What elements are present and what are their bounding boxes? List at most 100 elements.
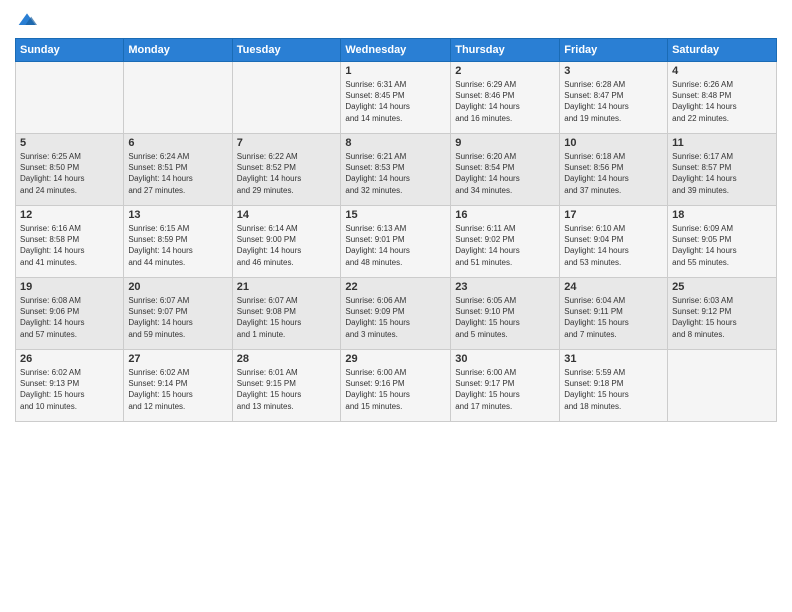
calendar-cell: 1 Sunrise: 6:31 AM Sunset: 8:45 PM Daylig…: [341, 62, 451, 134]
day-info: Sunrise: 6:06 AM Sunset: 9:09 PM Dayligh…: [345, 295, 446, 340]
day-info: Sunrise: 6:22 AM Sunset: 8:52 PM Dayligh…: [237, 151, 337, 196]
day-number: 1: [345, 65, 446, 77]
calendar-cell: 27 Sunrise: 6:02 AM Sunset: 9:14 PM Dayli…: [124, 350, 232, 422]
day-info: Sunrise: 6:00 AM Sunset: 9:16 PM Dayligh…: [345, 367, 446, 412]
day-number: 23: [455, 281, 555, 293]
calendar-week-row: 19 Sunrise: 6:08 AM Sunset: 9:06 PM Dayli…: [16, 278, 777, 350]
day-number: 22: [345, 281, 446, 293]
day-number: 31: [564, 353, 663, 365]
calendar-cell: 30 Sunrise: 6:00 AM Sunset: 9:17 PM Dayli…: [451, 350, 560, 422]
day-info: Sunrise: 6:29 AM Sunset: 8:46 PM Dayligh…: [455, 79, 555, 124]
calendar-cell: 9 Sunrise: 6:20 AM Sunset: 8:54 PM Daylig…: [451, 134, 560, 206]
day-number: 28: [237, 353, 337, 365]
day-number: 7: [237, 137, 337, 149]
day-number: 12: [20, 209, 119, 221]
calendar-cell: 19 Sunrise: 6:08 AM Sunset: 9:06 PM Dayli…: [16, 278, 124, 350]
day-info: Sunrise: 6:25 AM Sunset: 8:50 PM Dayligh…: [20, 151, 119, 196]
header: [15, 10, 777, 30]
calendar-cell: 5 Sunrise: 6:25 AM Sunset: 8:50 PM Daylig…: [16, 134, 124, 206]
day-number: 13: [128, 209, 227, 221]
calendar-cell: 17 Sunrise: 6:10 AM Sunset: 9:04 PM Dayli…: [560, 206, 668, 278]
day-info: Sunrise: 6:21 AM Sunset: 8:53 PM Dayligh…: [345, 151, 446, 196]
calendar-cell: [16, 62, 124, 134]
day-info: Sunrise: 6:17 AM Sunset: 8:57 PM Dayligh…: [672, 151, 772, 196]
day-number: 25: [672, 281, 772, 293]
weekday-header-saturday: Saturday: [668, 39, 777, 62]
day-info: Sunrise: 6:10 AM Sunset: 9:04 PM Dayligh…: [564, 223, 663, 268]
calendar-cell: 21Sunrise: 6:07 AM Sunset: 9:08 PM Dayli…: [232, 278, 341, 350]
page: SundayMondayTuesdayWednesdayThursdayFrid…: [0, 0, 792, 612]
weekday-header-monday: Monday: [124, 39, 232, 62]
calendar-week-row: 12 Sunrise: 6:16 AM Sunset: 8:58 PM Dayli…: [16, 206, 777, 278]
calendar-cell: 11Sunrise: 6:17 AM Sunset: 8:57 PM Dayli…: [668, 134, 777, 206]
calendar-cell: [124, 62, 232, 134]
calendar-cell: 13 Sunrise: 6:15 AM Sunset: 8:59 PM Dayli…: [124, 206, 232, 278]
logo: [15, 10, 37, 30]
day-number: 9: [455, 137, 555, 149]
calendar-cell: 14Sunrise: 6:14 AM Sunset: 9:00 PM Dayli…: [232, 206, 341, 278]
day-info: Sunrise: 6:02 AM Sunset: 9:14 PM Dayligh…: [128, 367, 227, 412]
calendar-cell: 4 Sunrise: 6:26 AM Sunset: 8:48 PM Daylig…: [668, 62, 777, 134]
day-info: Sunrise: 6:01 AM Sunset: 9:15 PM Dayligh…: [237, 367, 337, 412]
calendar-week-row: 26 Sunrise: 6:02 AM Sunset: 9:13 PM Dayli…: [16, 350, 777, 422]
weekday-header-row: SundayMondayTuesdayWednesdayThursdayFrid…: [16, 39, 777, 62]
calendar-cell: 25 Sunrise: 6:03 AM Sunset: 9:12 PM Dayli…: [668, 278, 777, 350]
day-number: 16: [455, 209, 555, 221]
day-number: 3: [564, 65, 663, 77]
day-info: Sunrise: 6:11 AM Sunset: 9:02 PM Dayligh…: [455, 223, 555, 268]
day-info: Sunrise: 6:28 AM Sunset: 8:47 PM Dayligh…: [564, 79, 663, 124]
day-number: 27: [128, 353, 227, 365]
day-number: 8: [345, 137, 446, 149]
calendar-cell: 18Sunrise: 6:09 AM Sunset: 9:05 PM Dayli…: [668, 206, 777, 278]
calendar-cell: 23 Sunrise: 6:05 AM Sunset: 9:10 PM Dayli…: [451, 278, 560, 350]
day-info: Sunrise: 6:20 AM Sunset: 8:54 PM Dayligh…: [455, 151, 555, 196]
day-number: 2: [455, 65, 555, 77]
day-number: 29: [345, 353, 446, 365]
calendar-week-row: 1 Sunrise: 6:31 AM Sunset: 8:45 PM Daylig…: [16, 62, 777, 134]
calendar-table: SundayMondayTuesdayWednesdayThursdayFrid…: [15, 38, 777, 422]
day-info: Sunrise: 6:05 AM Sunset: 9:10 PM Dayligh…: [455, 295, 555, 340]
day-number: 4: [672, 65, 772, 77]
calendar-cell: 2 Sunrise: 6:29 AM Sunset: 8:46 PM Daylig…: [451, 62, 560, 134]
calendar-cell: 22 Sunrise: 6:06 AM Sunset: 9:09 PM Dayli…: [341, 278, 451, 350]
day-number: 15: [345, 209, 446, 221]
calendar-cell: 28 Sunrise: 6:01 AM Sunset: 9:15 PM Dayli…: [232, 350, 341, 422]
weekday-header-friday: Friday: [560, 39, 668, 62]
day-number: 19: [20, 281, 119, 293]
calendar-week-row: 5 Sunrise: 6:25 AM Sunset: 8:50 PM Daylig…: [16, 134, 777, 206]
calendar-cell: 20 Sunrise: 6:07 AM Sunset: 9:07 PM Dayli…: [124, 278, 232, 350]
day-number: 17: [564, 209, 663, 221]
calendar-cell: 24Sunrise: 6:04 AM Sunset: 9:11 PM Dayli…: [560, 278, 668, 350]
day-number: 21: [237, 281, 337, 293]
day-info: Sunrise: 6:07 AM Sunset: 9:07 PM Dayligh…: [128, 295, 227, 340]
day-info: Sunrise: 6:03 AM Sunset: 9:12 PM Dayligh…: [672, 295, 772, 340]
day-number: 10: [564, 137, 663, 149]
weekday-header-sunday: Sunday: [16, 39, 124, 62]
weekday-header-wednesday: Wednesday: [341, 39, 451, 62]
day-info: Sunrise: 6:16 AM Sunset: 8:58 PM Dayligh…: [20, 223, 119, 268]
day-number: 5: [20, 137, 119, 149]
day-number: 18: [672, 209, 772, 221]
day-info: Sunrise: 6:26 AM Sunset: 8:48 PM Dayligh…: [672, 79, 772, 124]
day-info: Sunrise: 6:31 AM Sunset: 8:45 PM Dayligh…: [345, 79, 446, 124]
calendar-cell: 10Sunrise: 6:18 AM Sunset: 8:56 PM Dayli…: [560, 134, 668, 206]
weekday-header-thursday: Thursday: [451, 39, 560, 62]
day-info: Sunrise: 6:00 AM Sunset: 9:17 PM Dayligh…: [455, 367, 555, 412]
logo-icon: [17, 10, 37, 30]
weekday-header-tuesday: Tuesday: [232, 39, 341, 62]
calendar-cell: 26 Sunrise: 6:02 AM Sunset: 9:13 PM Dayli…: [16, 350, 124, 422]
day-info: Sunrise: 6:15 AM Sunset: 8:59 PM Dayligh…: [128, 223, 227, 268]
calendar-cell: 8 Sunrise: 6:21 AM Sunset: 8:53 PM Daylig…: [341, 134, 451, 206]
calendar-cell: [668, 350, 777, 422]
day-info: Sunrise: 6:08 AM Sunset: 9:06 PM Dayligh…: [20, 295, 119, 340]
day-info: Sunrise: 6:24 AM Sunset: 8:51 PM Dayligh…: [128, 151, 227, 196]
day-number: 30: [455, 353, 555, 365]
day-number: 14: [237, 209, 337, 221]
day-info: Sunrise: 5:59 AM Sunset: 9:18 PM Dayligh…: [564, 367, 663, 412]
calendar-cell: 12 Sunrise: 6:16 AM Sunset: 8:58 PM Dayli…: [16, 206, 124, 278]
day-info: Sunrise: 6:04 AM Sunset: 9:11 PM Dayligh…: [564, 295, 663, 340]
day-number: 26: [20, 353, 119, 365]
day-info: Sunrise: 6:02 AM Sunset: 9:13 PM Dayligh…: [20, 367, 119, 412]
day-number: 20: [128, 281, 227, 293]
calendar-cell: 16 Sunrise: 6:11 AM Sunset: 9:02 PM Dayli…: [451, 206, 560, 278]
